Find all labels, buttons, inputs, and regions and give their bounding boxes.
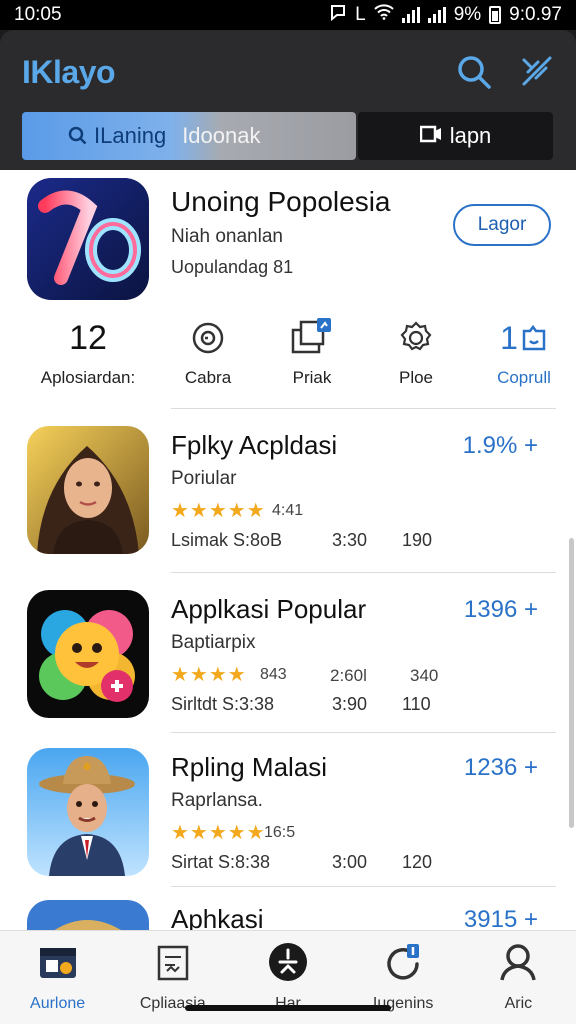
list-item[interactable]: Applkasi Popular Baptiarpix ★★★★ 843 2:6… [0,590,576,740]
rating-value-c: 340 [410,666,439,685]
app-icon [27,900,149,930]
compass-icon [268,941,308,983]
nav-item-account[interactable]: Aric [463,931,573,1024]
stat-coprull[interactable]: 1 Coprull [484,316,564,388]
featured-subtitle-2: Uopulandag 81 [171,257,294,277]
stat-applications[interactable]: 12 Aplosiardan: [22,316,154,388]
app-size: Sirltdt S:3:38 [171,694,275,714]
stat-label: Aplosiardan: [40,368,136,387]
right-tab-label: lapn [449,123,492,148]
search-tab-label: ILaning [94,123,167,148]
app-developer: Baptiarpix [171,632,256,653]
home-indicator[interactable] [185,1005,391,1011]
app-header: IKlayo ILaning Idoonak lapn [0,30,576,170]
divider [171,408,556,409]
divider [171,572,556,573]
search-tab-label-2: Idoonak [182,123,261,148]
stat-value: 12 [69,319,107,357]
settings-icon [376,316,456,360]
battery-icon [489,6,502,24]
status-clock: 9:0.97 [509,4,562,25]
stat-value: 1 [500,319,518,356]
rating-value: 843 [260,666,287,683]
app-name: Fplky Acpldasi [171,430,338,460]
search-tab[interactable]: ILaning Idoonak [22,112,356,160]
signal-icon-2 [427,7,446,23]
chat-icon: 1 [484,316,564,360]
app-percent[interactable]: 3915 + [464,906,538,930]
list-item[interactable]: Fplky Acpldasi Poriular ★★★★★ 4:41 Lsima… [0,426,576,576]
app-time: 3:00 [332,852,368,872]
app-icon [27,748,149,876]
share-icon [272,316,352,360]
star-rating: ★★★★★ [171,822,266,844]
app-downloads: 120 [402,852,433,872]
apps-icon [38,941,78,983]
app-downloads: 110 [402,694,431,714]
nav-label: Aurlone [30,995,86,1012]
list-item[interactable]: Aphkasi 3915 + [0,900,576,930]
stat-label: Coprull [497,368,551,387]
app-icon [27,426,149,554]
status-indicators: L 9% 9:0.97 [329,3,562,27]
camera-icon [419,123,442,149]
update-icon [383,941,423,983]
app-size: Sirtat S:8:38 [171,852,271,872]
search-icon[interactable] [456,54,492,90]
clock-icon [168,316,248,360]
featured-title: Unoing Popolesia [171,186,391,217]
app-percent[interactable]: 1236 + [464,754,538,782]
status-indicator-text: L [355,4,366,25]
featured-app-icon[interactable] [27,178,149,300]
search-small-icon [68,126,88,152]
divider [171,886,556,887]
featured-subtitle: Niah onanlan [171,226,283,247]
app-name: Applkasi Popular [171,594,367,624]
app-size: Lsimak S:8oB [171,530,283,550]
app-time: 3:90 [332,694,368,714]
signal-icon [401,7,420,23]
app-time: 3:30 [332,530,368,550]
status-time: 10:05 [14,4,62,25]
nav-item-apps[interactable]: Aurlone [3,931,113,1024]
rating-value-b: 2:60l [330,666,367,685]
app-developer: Raprlansa. [171,790,263,811]
list-item[interactable]: Rpling Malasi Raprlansa. ★★★★★ 16:5 Sirt… [0,748,576,898]
app-percent[interactable]: 1.9% + [463,432,538,460]
filter-icon[interactable] [518,54,554,90]
app-developer: Poriular [171,468,237,489]
stat-label: Priak [292,368,332,387]
app-icon [27,590,149,718]
stat-priak[interactable]: Priak [272,316,352,388]
notification-icon [329,3,347,27]
document-icon [155,941,191,983]
app-title: IKlayo [22,54,116,90]
status-bar: 10:05 L 9% 9:0.97 [0,0,576,30]
stat-label: Cabra [184,368,232,387]
rating-value: 16:5 [264,824,296,841]
rating-value: 4:41 [272,502,304,519]
app-percent[interactable]: 1396 + [464,596,538,624]
app-downloads: 190 [402,530,433,550]
stat-cabra[interactable]: Cabra [168,316,248,388]
person-icon [498,941,538,983]
nav-label: Aric [504,995,533,1012]
star-rating: ★★★★ [171,664,247,686]
scrollbar[interactable] [569,538,574,828]
app-name: Aphkasi [171,904,264,930]
star-rating: ★★★★★ [171,500,266,522]
main-content: Unoing Popolesia Niah onanlan Uopulandag… [0,170,576,930]
stat-ploe[interactable]: Ploe [376,316,456,388]
right-tab[interactable]: lapn [358,112,553,160]
divider [171,732,556,733]
battery-text: 9% [453,4,482,25]
wifi-icon [374,4,394,26]
app-name: Rpling Malasi [171,752,328,782]
stat-label: Ploe [398,368,434,387]
install-button[interactable]: Lagor [453,204,551,246]
